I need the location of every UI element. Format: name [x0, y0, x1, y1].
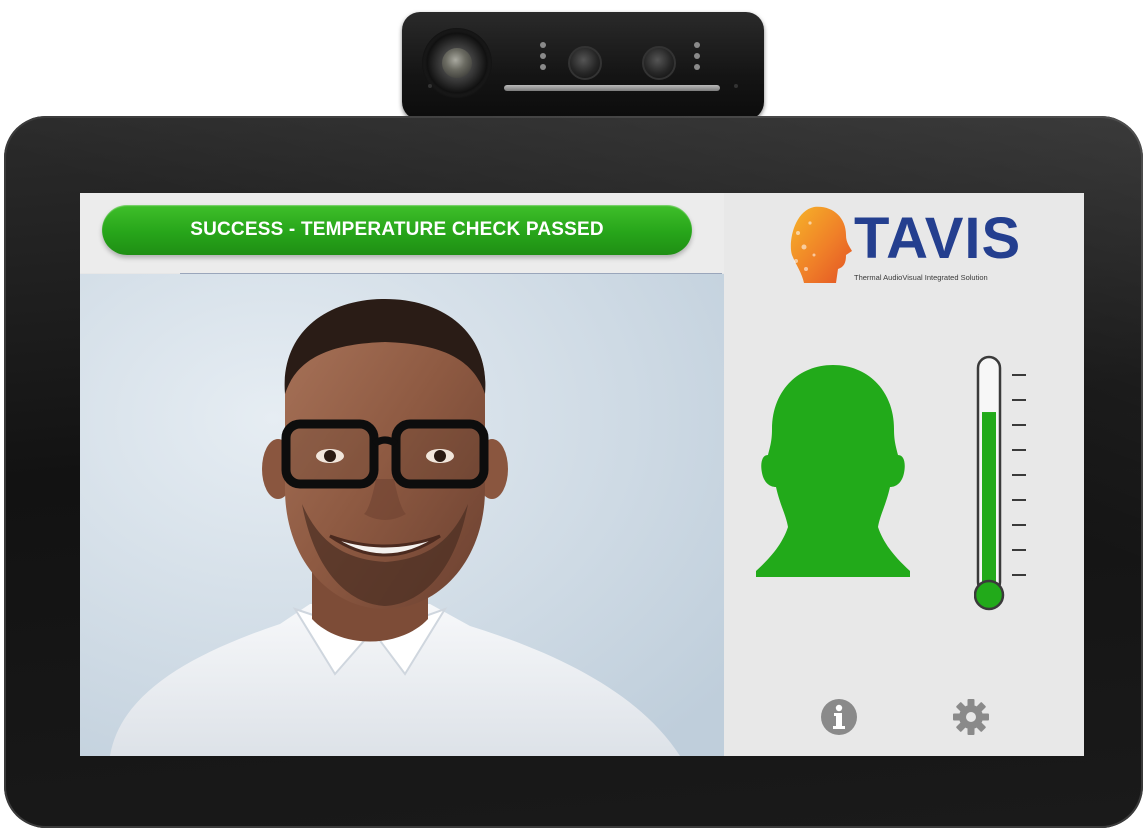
camera-feed [80, 274, 724, 756]
brand-tagline: Thermal AudioVisual Integrated Solution [854, 273, 988, 282]
tavis-logo: TAVIS Thermal AudioVisual Integrated Sol… [784, 203, 1044, 288]
brand-name: TAVIS [854, 206, 1022, 271]
device-mockup: SUCCESS - TEMPERATURE CHECK PASSED TAVIS… [0, 0, 1143, 830]
camera-feed-image [80, 274, 724, 756]
status-panel: TAVIS Thermal AudioVisual Integrated Sol… [724, 193, 1084, 756]
info-icon[interactable] [820, 698, 858, 736]
head-silhouette-icon [756, 365, 910, 577]
sensor-dots-right [694, 42, 700, 70]
status-banner: SUCCESS - TEMPERATURE CHECK PASSED [102, 205, 692, 255]
sensor-lens-right-icon [642, 46, 676, 80]
camera-screw-right [734, 84, 738, 88]
thermal-camera-module [402, 12, 764, 120]
brand-head-icon [790, 206, 852, 283]
sensor-dots-left [540, 42, 546, 70]
camera-lens-icon [422, 28, 492, 98]
camera-screw-left [428, 84, 432, 88]
camera-light-bar [504, 85, 720, 91]
status-bar: SUCCESS - TEMPERATURE CHECK PASSED [80, 193, 724, 273]
gear-icon[interactable] [952, 698, 990, 736]
app-screen: SUCCESS - TEMPERATURE CHECK PASSED TAVIS… [80, 193, 1084, 756]
status-message: SUCCESS - TEMPERATURE CHECK PASSED [190, 219, 604, 240]
sensor-lens-left-icon [568, 46, 602, 80]
thermometer-icon [974, 355, 1026, 611]
